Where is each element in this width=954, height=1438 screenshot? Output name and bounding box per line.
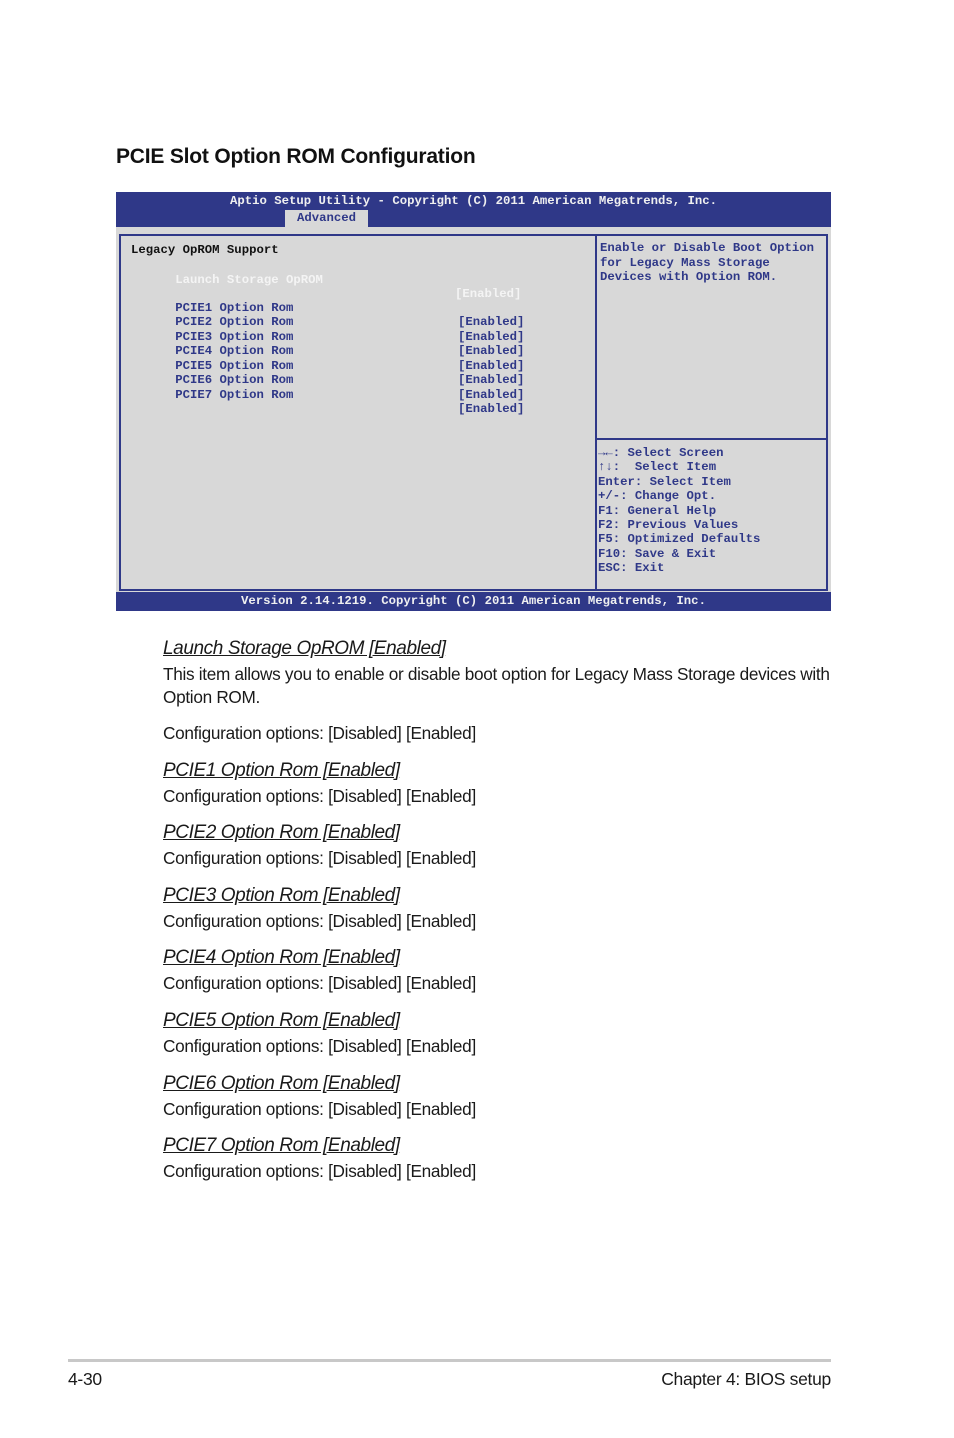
help-text: Enable or Disable Boot Option for Legacy …: [600, 241, 814, 285]
description-options: Configuration options: [Disabled] [Enabl…: [163, 911, 476, 931]
menu-item-value[interactable]: [Enabled]: [458, 402, 524, 417]
help-line: for Legacy Mass Storage: [600, 255, 770, 270]
menu-item-value[interactable]: [Enabled]: [458, 359, 524, 374]
description-options: Configuration options: [Disabled] [Enabl…: [163, 723, 476, 743]
description-title: PCIE6 Option Rom [Enabled]: [163, 1073, 400, 1094]
bios-screenshot: Aptio Setup Utility - Copyright (C) 2011…: [116, 192, 831, 611]
description-body: This item allows you to enable or disabl…: [163, 664, 830, 707]
description-options: Configuration options: [Disabled] [Enabl…: [163, 1161, 476, 1181]
bios-header: Aptio Setup Utility - Copyright (C) 2011…: [116, 192, 831, 227]
description-pcie5: PCIE5 Option Rom [Enabled] Configuration…: [163, 1010, 843, 1058]
description-pcie7: PCIE7 Option Rom [Enabled] Configuration…: [163, 1135, 843, 1183]
description-options: Configuration options: [Disabled] [Enabl…: [163, 1036, 476, 1056]
description-pcie1: PCIE1 Option Rom [Enabled] Configuration…: [163, 760, 843, 808]
menu-item-value[interactable]: [Enabled]: [458, 315, 524, 330]
description-pcie6: PCIE6 Option Rom [Enabled] Configuration…: [163, 1073, 843, 1121]
key-hint-select-item: ↑↓: Select Item: [598, 460, 717, 475]
footer-rule: [68, 1359, 831, 1362]
help-divider: [597, 438, 828, 440]
description-options: Configuration options: [Disabled] [Enabl…: [163, 786, 476, 806]
menu-heading: Legacy OpROM Support: [131, 243, 279, 257]
key-hint-f10: F10: Save & Exit: [598, 546, 717, 561]
description-title: PCIE1 Option Rom [Enabled]: [163, 760, 400, 781]
help-line: Enable or Disable Boot Option: [600, 241, 815, 255]
key-hint-f1: F1: General Help: [598, 503, 717, 518]
key-hint-esc: ESC: Exit: [598, 561, 665, 576]
menu-item-value[interactable]: [Enabled]: [458, 330, 524, 345]
description-options: Configuration options: [Disabled] [Enabl…: [163, 848, 476, 868]
chapter-label: Chapter 4: BIOS setup: [661, 1369, 831, 1389]
menu-item-value[interactable]: [Enabled]: [458, 373, 524, 388]
help-line: Devices with Option ROM.: [600, 270, 778, 284]
description-title: PCIE7 Option Rom [Enabled]: [163, 1135, 400, 1156]
key-hint-select-screen: →←: Select Screen: [598, 446, 724, 460]
menu-item-value[interactable]: [Enabled]: [458, 388, 524, 403]
description-pcie2: PCIE2 Option Rom [Enabled] Configuration…: [163, 822, 843, 870]
section-title: PCIE Slot Option ROM Configuration: [116, 145, 476, 168]
description-options: Configuration options: [Disabled] [Enabl…: [163, 973, 476, 993]
key-hint-change-opt: +/-: Change Opt.: [598, 489, 717, 504]
menu-item-label: PCIE7 Option Rom: [175, 387, 294, 402]
bios-title: Aptio Setup Utility - Copyright (C) 2011…: [229, 194, 718, 208]
description-title: PCIE2 Option Rom [Enabled]: [163, 822, 400, 843]
menu-item-pcie7[interactable]: PCIE7 Option Rom [Enabled]: [131, 373, 524, 431]
description-title: PCIE4 Option Rom [Enabled]: [163, 947, 400, 968]
menu-item-label: Launch Storage OpROM: [175, 272, 323, 287]
description-pcie4: PCIE4 Option Rom [Enabled] Configuration…: [163, 947, 843, 995]
tab-advanced[interactable]: Advanced: [285, 210, 368, 227]
key-hint-f5: F5: Optimized Defaults: [598, 532, 761, 547]
description-pcie3: PCIE3 Option Rom [Enabled] Configuration…: [163, 885, 843, 933]
menu-pane: Legacy OpROM Support Launch Storage OpRO…: [119, 234, 597, 591]
bios-footer: Version 2.14.1219. Copyright (C) 2011 Am…: [116, 592, 831, 611]
page-number: 4-30: [68, 1369, 102, 1389]
menu-item-value[interactable]: [Enabled]: [458, 344, 524, 359]
description-title: PCIE5 Option Rom [Enabled]: [163, 1010, 400, 1031]
description-options: Configuration options: [Disabled] [Enabl…: [163, 1099, 476, 1119]
description-title: PCIE3 Option Rom [Enabled]: [163, 885, 400, 906]
description-launch-storage-oprom: Launch Storage OpROM [Enabled] This item…: [163, 638, 843, 745]
key-hint-enter: Enter: Select Item: [598, 474, 731, 489]
key-hint-f2: F2: Previous Values: [598, 518, 739, 533]
description-title: Launch Storage OpROM [Enabled]: [163, 638, 446, 659]
menu-item-value[interactable]: [Enabled]: [455, 287, 521, 302]
key-hints: →←: Select Screen ↑↓: Select Item Enter: S…: [598, 446, 760, 576]
